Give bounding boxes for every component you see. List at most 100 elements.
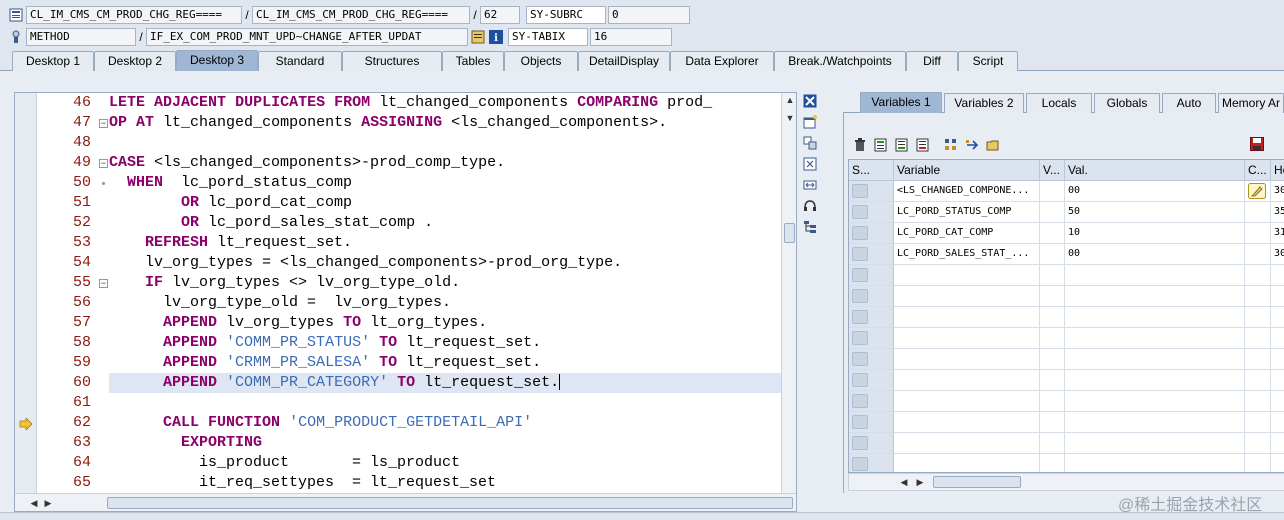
value-cell[interactable]	[1065, 391, 1245, 412]
row-selector[interactable]	[849, 391, 894, 412]
table-row[interactable]: <LS_CHANGED_COMPONE... 00 30	[849, 181, 1284, 202]
code-line[interactable]: CALL FUNCTION 'COM_PRODUCT_GETDETAIL_API…	[109, 413, 781, 433]
code-line-current[interactable]: APPEND 'COMM_PR_CATEGORY' TO lt_request_…	[109, 373, 781, 393]
scroll-left-icon[interactable]: ◀	[27, 496, 41, 510]
tab-objects[interactable]: Objects	[504, 51, 578, 71]
code-line[interactable]: CASE <ls_changed_components>-prod_comp_t…	[109, 153, 781, 173]
variable-name-cell[interactable]	[894, 265, 1040, 286]
value-cell[interactable]: 50	[1065, 202, 1245, 223]
value-cell[interactable]	[1065, 433, 1245, 454]
hex-cell[interactable]	[1271, 328, 1284, 349]
row-selector[interactable]	[849, 433, 894, 454]
hex-cell[interactable]	[1271, 391, 1284, 412]
table-row[interactable]	[849, 433, 1284, 454]
tab-variables-2[interactable]: Variables 2	[944, 93, 1024, 113]
v-cell[interactable]	[1040, 370, 1065, 391]
v-cell[interactable]	[1040, 244, 1065, 265]
variable-name-cell[interactable]	[894, 433, 1040, 454]
v-cell[interactable]	[1040, 223, 1065, 244]
code-line[interactable]: APPEND lv_org_types TO lt_org_types.	[109, 313, 781, 333]
change-cell[interactable]	[1245, 202, 1271, 223]
code-line[interactable]: is_product = ls_product	[109, 453, 781, 473]
code-line[interactable]: OR lc_pord_cat_comp	[109, 193, 781, 213]
value-cell[interactable]	[1065, 265, 1245, 286]
tab-structures[interactable]: Structures	[342, 51, 442, 71]
variable-name-cell[interactable]	[894, 328, 1040, 349]
column-header-variable[interactable]: Variable	[894, 160, 1040, 181]
hex-cell[interactable]	[1271, 412, 1284, 433]
code-line[interactable]: OR lc_pord_sales_stat_comp .	[109, 213, 781, 233]
hex-cell[interactable]: 30	[1271, 181, 1284, 202]
value-cell[interactable]	[1065, 349, 1245, 370]
scroll-thumb[interactable]	[784, 223, 795, 243]
code-line[interactable]: IF lv_org_types <> lv_org_type_old.	[109, 273, 781, 293]
change-cell[interactable]	[1245, 349, 1271, 370]
row-selector[interactable]	[849, 454, 894, 472]
event-type-field[interactable]: METHOD	[26, 28, 136, 46]
row-selector[interactable]	[849, 181, 894, 202]
tab-detaildisplay[interactable]: DetailDisplay	[578, 51, 670, 71]
v-cell[interactable]	[1040, 412, 1065, 433]
change-cell[interactable]	[1245, 223, 1271, 244]
append-row-icon[interactable]	[894, 137, 910, 153]
variable-name-cell[interactable]	[894, 307, 1040, 328]
row-selector[interactable]	[849, 223, 894, 244]
variable-name-cell[interactable]	[894, 349, 1040, 370]
headset-icon[interactable]	[801, 197, 819, 215]
save-icon[interactable]	[1248, 135, 1266, 153]
tab-script[interactable]: Script	[958, 51, 1018, 71]
tab-desktop-1[interactable]: Desktop 1	[12, 51, 94, 71]
row-selector[interactable]	[849, 349, 894, 370]
table-row[interactable]	[849, 349, 1284, 370]
line-number-field[interactable]: 62	[480, 6, 520, 24]
tab-breakpoints[interactable]: Break./Watchpoints	[774, 51, 906, 71]
code-line[interactable]	[109, 393, 781, 413]
table-row[interactable]	[849, 307, 1284, 328]
row-selector[interactable]	[849, 265, 894, 286]
scroll-up-icon[interactable]: ▲	[783, 93, 796, 107]
value-cell[interactable]	[1065, 286, 1245, 307]
variable-name-cell[interactable]: LC_PORD_CAT_COMP	[894, 223, 1040, 244]
resize-icon[interactable]	[801, 176, 819, 194]
value-cell[interactable]	[1065, 307, 1245, 328]
column-header-v[interactable]: V...	[1040, 160, 1065, 181]
main-program-field[interactable]: CL_IM_CMS_CM_PROD_CHG_REG====	[26, 6, 242, 24]
sy-tabix-value[interactable]: 16	[590, 28, 672, 46]
code-line[interactable]: APPEND 'COMM_PR_STATUS' TO lt_request_se…	[109, 333, 781, 353]
tab-data-explorer[interactable]: Data Explorer	[670, 51, 774, 71]
column-header-value[interactable]: Val.	[1065, 160, 1245, 181]
display-source-icon[interactable]	[470, 29, 486, 45]
change-cell[interactable]	[1245, 307, 1271, 328]
tab-auto[interactable]: Auto	[1162, 93, 1216, 113]
code-line[interactable]	[109, 133, 781, 153]
table-row[interactable]	[849, 328, 1284, 349]
tab-desktop-3[interactable]: Desktop 3	[176, 50, 258, 71]
hex-cell[interactable]	[1271, 307, 1284, 328]
source-code-editor[interactable]: 46 47 48 49 50 51 52 53 54 55 56 57 58 5…	[14, 92, 797, 512]
scroll-right-icon[interactable]: ▶	[41, 496, 55, 510]
change-cell[interactable]	[1245, 286, 1271, 307]
v-cell[interactable]	[1040, 349, 1065, 370]
value-cell[interactable]	[1065, 454, 1245, 472]
fold-toggle[interactable]: −	[99, 119, 108, 128]
tab-globals[interactable]: Globals	[1094, 93, 1160, 113]
change-cell[interactable]	[1245, 265, 1271, 286]
structure-icon[interactable]	[943, 137, 959, 153]
folder-icon[interactable]	[985, 137, 1001, 153]
column-header-change[interactable]: C...	[1245, 160, 1271, 181]
code-line[interactable]: lv_org_types = <ls_changed_components>-p…	[109, 253, 781, 273]
code-line[interactable]: APPEND 'CRMM_PR_SALESA' TO lt_request_se…	[109, 353, 781, 373]
code-line[interactable]: EXPORTING	[109, 433, 781, 453]
code-line[interactable]: it_req_settypes = lt_request_set	[109, 473, 781, 493]
hex-cell[interactable]	[1271, 349, 1284, 370]
table-row[interactable]: LC_PORD_CAT_COMP 10 31	[849, 223, 1284, 244]
variable-name-cell[interactable]	[894, 286, 1040, 307]
editor-vertical-scrollbar[interactable]: ▲ ▼	[781, 93, 796, 493]
insert-row-icon[interactable]	[873, 137, 889, 153]
row-selector[interactable]	[849, 328, 894, 349]
variable-name-cell[interactable]	[894, 412, 1040, 433]
variable-name-cell[interactable]	[894, 370, 1040, 391]
editor-horizontal-scrollbar[interactable]: ◀ ▶	[15, 493, 796, 511]
table-row[interactable]	[849, 454, 1284, 472]
hex-cell[interactable]: 31	[1271, 223, 1284, 244]
